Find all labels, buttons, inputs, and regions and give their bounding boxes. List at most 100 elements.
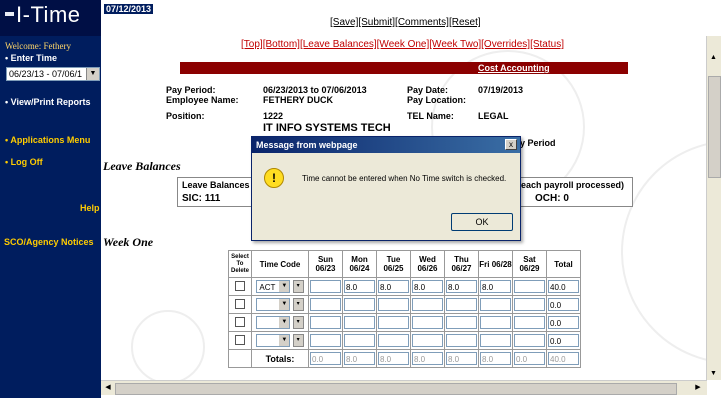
scroll-thumb[interactable]	[115, 383, 677, 395]
sic-balance: SIC: 111	[182, 193, 220, 204]
sic-label: SIC:	[182, 193, 202, 204]
leave-balances-link[interactable]: [Leave Balances]	[300, 39, 377, 50]
cost-accounting-link[interactable]: Cost Accounting	[478, 63, 550, 73]
tue-hours-input[interactable]	[378, 334, 409, 347]
ok-button[interactable]: OK	[451, 213, 513, 231]
sun-hours-input[interactable]	[310, 298, 341, 311]
sun-header: Sun 06/23	[308, 250, 343, 278]
delete-checkbox[interactable]	[235, 280, 245, 291]
time-code-select[interactable]: ACT ▼	[256, 280, 291, 293]
sun-hours-input[interactable]	[310, 280, 341, 293]
period-select-value: 06/23/13 - 07/06/1	[9, 69, 83, 79]
fri-hours-input[interactable]	[480, 334, 511, 347]
thu-hours-input[interactable]	[446, 298, 477, 311]
chevron-down-icon[interactable]: ▾	[292, 316, 304, 329]
thu-hours-input[interactable]: 8.0	[446, 280, 477, 293]
horizontal-scrollbar[interactable]: ◀ ▶	[101, 380, 707, 395]
sidebar-item-enter-time[interactable]: • Enter Time	[5, 53, 57, 63]
wed-hours-input[interactable]	[412, 334, 443, 347]
delete-checkbox[interactable]	[235, 298, 245, 309]
chevron-down-icon: ▼	[279, 317, 290, 328]
mon-hours-input[interactable]: 8.0	[344, 280, 375, 293]
warning-icon: !	[264, 168, 284, 188]
sat-hours-input[interactable]	[514, 334, 545, 347]
sidebar-item-help[interactable]: Help	[80, 203, 100, 213]
chevron-down-icon[interactable]: ▼	[86, 68, 99, 80]
tue-hours-input[interactable]: 8.0	[378, 280, 409, 293]
totals-label: Totals:	[251, 349, 309, 368]
chevron-down-icon[interactable]: ▾	[292, 334, 304, 347]
chevron-down-icon: ▼	[279, 281, 290, 292]
fri-hours-input[interactable]	[480, 316, 511, 329]
scroll-down-icon[interactable]: ▼	[708, 368, 719, 380]
mon-total: 8.0	[344, 352, 375, 365]
tue-hours-input[interactable]	[378, 298, 409, 311]
sidebar-item-log-off[interactable]: • Log Off	[5, 157, 43, 167]
row-total: 0.0	[548, 316, 579, 329]
thu-total: 8.0	[446, 352, 477, 365]
top-link[interactable]: [Top]	[241, 39, 263, 50]
chevron-down-icon[interactable]: ▾	[292, 280, 304, 293]
scroll-right-icon[interactable]: ▶	[693, 382, 703, 394]
chevron-down-icon[interactable]: ▾	[292, 298, 304, 311]
week-one-title: Week One	[103, 235, 154, 249]
fri-hours-input[interactable]	[480, 298, 511, 311]
mon-hours-input[interactable]	[344, 334, 375, 347]
table-row: ACT ▼ ▾ 8.0 8.0 8.0 8.0 8.0 40.0	[228, 277, 581, 296]
thu-hours-input[interactable]	[446, 334, 477, 347]
sat-hours-input[interactable]	[514, 298, 545, 311]
sidebar-item-apps-menu[interactable]: • Applications Menu	[5, 135, 90, 145]
sat-total: 0.0	[514, 352, 545, 365]
comments-link[interactable]: [Comments]	[395, 17, 449, 28]
period-select[interactable]: 06/23/13 - 07/06/1 ▼	[6, 67, 100, 81]
sun-hours-input[interactable]	[310, 316, 341, 329]
bottom-link[interactable]: [Bottom]	[263, 39, 300, 50]
sidebar-item-view-print[interactable]: • View/Print Reports	[5, 97, 91, 107]
scroll-left-icon[interactable]: ◀	[103, 382, 113, 394]
status-link[interactable]: [Status]	[530, 39, 564, 50]
mon-hours-input[interactable]	[344, 316, 375, 329]
section-links: [Top][Bottom][Leave Balances][Week One][…	[241, 39, 564, 50]
sidebar-item-sco-notices[interactable]: SCO/Agency Notices	[4, 237, 94, 247]
wed-hours-input[interactable]	[412, 298, 443, 311]
tue-hours-input[interactable]	[378, 316, 409, 329]
time-code-select[interactable]: ▼	[256, 298, 291, 311]
sat-hours-input[interactable]	[514, 280, 545, 293]
time-code-select[interactable]: ▼	[256, 316, 291, 329]
time-code-select[interactable]: ▼	[256, 334, 291, 347]
row-total: 0.0	[548, 334, 579, 347]
scroll-thumb[interactable]	[708, 76, 721, 178]
wed-hours-input[interactable]: 8.0	[412, 280, 443, 293]
overrides-link[interactable]: [Overrides]	[481, 39, 530, 50]
mon-hours-input[interactable]	[344, 298, 375, 311]
top-actions: [Save][Submit][Comments][Reset]	[330, 17, 481, 28]
sic-value: 111	[204, 193, 221, 204]
select-header: Select To Delete	[228, 250, 252, 278]
current-date: 07/12/2013	[104, 4, 154, 14]
tue-total: 8.0	[378, 352, 409, 365]
tel-name-value: LEGAL	[478, 111, 509, 121]
week-one-grid: Select To Delete Time Code Sun 06/23 Mon…	[228, 250, 581, 368]
sun-hours-input[interactable]	[310, 334, 341, 347]
vertical-scrollbar[interactable]: ▲ ▼	[706, 36, 721, 380]
fri-total: 8.0	[480, 352, 511, 365]
week-one-link[interactable]: [Week One]	[377, 39, 430, 50]
sun-total: 0.0	[310, 352, 341, 365]
leave-box-header: Leave Balances a	[182, 180, 258, 190]
sat-hours-input[interactable]	[514, 316, 545, 329]
fri-hours-input[interactable]: 8.0	[480, 280, 511, 293]
wed-total: 8.0	[412, 352, 443, 365]
wed-hours-input[interactable]	[412, 316, 443, 329]
submit-link[interactable]: [Submit]	[358, 17, 395, 28]
delete-checkbox[interactable]	[235, 316, 245, 327]
reset-link[interactable]: [Reset]	[449, 17, 481, 28]
week-two-link[interactable]: [Week Two]	[429, 39, 481, 50]
delete-checkbox[interactable]	[235, 334, 245, 345]
save-link[interactable]: [Save]	[330, 17, 358, 28]
row-total: 0.0	[548, 298, 579, 311]
thu-hours-input[interactable]	[446, 316, 477, 329]
close-icon[interactable]: x	[505, 139, 517, 150]
scroll-up-icon[interactable]: ▲	[708, 52, 719, 64]
och-label: OCH:	[535, 193, 561, 204]
grid-header-row: Select To Delete Time Code Sun 06/23 Mon…	[228, 250, 581, 278]
